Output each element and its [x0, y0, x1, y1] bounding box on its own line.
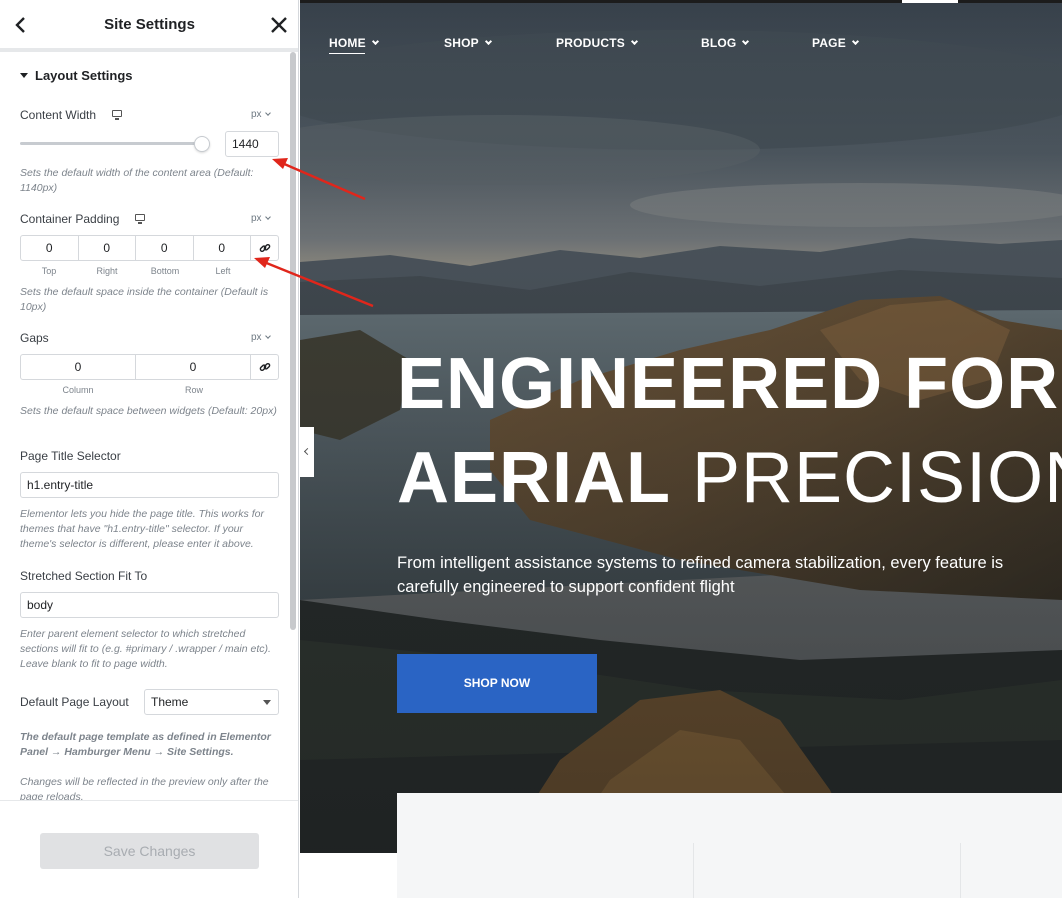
- nav-item-products[interactable]: PRODUCTS: [556, 36, 638, 50]
- link-icon: [259, 362, 270, 372]
- chevron-down-icon: [264, 333, 271, 339]
- content-card: [397, 793, 1062, 898]
- gaps-description: Sets the default space between widgets (…: [20, 405, 277, 417]
- default-page-layout-note: The default page template as defined in …: [20, 731, 271, 758]
- nav-item-home[interactable]: HOME: [329, 36, 379, 50]
- hero-landscape-image: [300, 0, 1062, 853]
- nav-active-underline: [329, 53, 365, 54]
- default-page-layout-description: Changes will be reflected in the preview…: [20, 776, 269, 800]
- nav-item-shop[interactable]: SHOP: [444, 36, 492, 50]
- hero-heading-line2: AERIAL PRECISION: [397, 438, 1062, 518]
- padding-bottom-input[interactable]: 0: [136, 236, 194, 260]
- stretched-section-description: Enter parent element selector to which s…: [20, 628, 271, 670]
- padding-top-input[interactable]: 0: [21, 236, 79, 260]
- padding-labels: Top Right Bottom Left: [20, 266, 279, 276]
- container-padding-label: Container Padding: [20, 212, 120, 226]
- desktop-icon[interactable]: [112, 110, 122, 120]
- section-layout-settings[interactable]: Layout Settings: [20, 68, 133, 83]
- default-page-layout-label: Default Page Layout: [20, 695, 129, 709]
- page-title-selector-input[interactable]: h1.entry-title: [20, 472, 279, 498]
- content-width-slider-handle[interactable]: [194, 136, 210, 152]
- container-padding-unit-select[interactable]: px: [251, 213, 271, 224]
- content-width-description: Sets the default width of the content ar…: [20, 167, 254, 194]
- dropdown-arrow-icon: [263, 700, 271, 705]
- stretched-section-label: Stretched Section Fit To: [20, 569, 148, 583]
- site-settings-panel: Site Settings Layout Settings Content Wi…: [0, 0, 299, 898]
- gaps-inputs: 0 0: [20, 354, 279, 380]
- nav-item-page[interactable]: PAGE: [812, 36, 859, 50]
- chevron-down-icon: [851, 37, 859, 46]
- close-icon[interactable]: [268, 14, 290, 36]
- link-values-button[interactable]: [251, 355, 278, 379]
- card-divider: [693, 843, 694, 898]
- default-page-layout-select[interactable]: Theme: [144, 689, 279, 715]
- chevron-down-icon: [264, 110, 271, 116]
- gaps-labels: Column Row: [20, 385, 279, 395]
- padding-right-input[interactable]: 0: [79, 236, 136, 260]
- panel-header: Site Settings: [0, 0, 298, 52]
- padding-left-label: Left: [215, 266, 231, 276]
- padding-left-input[interactable]: 0: [194, 236, 251, 260]
- hero-section: HOME SHOP PRODUCTS BLOG PAGE ENGINEERED …: [300, 0, 1062, 853]
- page-preview: HOME SHOP PRODUCTS BLOG PAGE ENGINEERED …: [300, 0, 1062, 898]
- gaps-unit-select[interactable]: px: [251, 332, 271, 343]
- save-changes-button[interactable]: Save Changes: [40, 833, 259, 869]
- padding-bottom-label: Bottom: [150, 266, 180, 276]
- hero-subtitle: From intelligent assistance systems to r…: [397, 554, 1004, 596]
- gap-column-input[interactable]: 0: [21, 355, 136, 379]
- chevron-down-icon: [742, 37, 750, 46]
- content-width-slider[interactable]: [20, 142, 206, 145]
- gap-column-label: Column: [62, 385, 94, 395]
- chevron-left-icon: [303, 447, 312, 456]
- page-title-selector-description: Elementor lets you hide the page title. …: [20, 508, 264, 550]
- page-title-selector-label: Page Title Selector: [20, 449, 121, 463]
- top-bar-highlight: [902, 0, 958, 3]
- chevron-down-icon: [484, 37, 492, 46]
- container-padding-inputs: 0 0 0 0: [20, 235, 279, 261]
- chevron-down-icon: [371, 37, 379, 46]
- gap-row-label: Row: [184, 385, 203, 395]
- content-width-label: Content Width: [20, 108, 97, 122]
- panel-scrollbar[interactable]: [290, 52, 296, 630]
- content-width-unit-select[interactable]: px: [251, 109, 271, 120]
- panel-body: Layout Settings Content Width px 1440 Se…: [0, 56, 288, 800]
- caret-down-icon: [20, 73, 28, 78]
- panel-footer: Save Changes: [0, 800, 298, 898]
- panel-title: Site Settings: [104, 16, 195, 33]
- chevron-down-icon: [630, 37, 638, 46]
- gap-row-input[interactable]: 0: [136, 355, 251, 379]
- chevron-down-icon: [264, 214, 271, 220]
- shop-now-button[interactable]: SHOP NOW: [397, 654, 597, 713]
- link-icon: [259, 243, 270, 253]
- content-width-input[interactable]: 1440: [225, 131, 279, 157]
- padding-right-label: Right: [96, 266, 118, 276]
- gaps-label: Gaps: [20, 331, 49, 345]
- desktop-icon[interactable]: [135, 214, 145, 224]
- padding-top-label: Top: [41, 266, 57, 276]
- stretched-section-input[interactable]: body: [20, 592, 279, 618]
- nav-item-blog[interactable]: BLOG: [701, 36, 750, 50]
- container-padding-description: Sets the default space inside the contai…: [20, 286, 269, 313]
- hero-heading-line1: ENGINEERED FOR: [397, 344, 1060, 424]
- link-values-button[interactable]: [251, 236, 278, 260]
- card-divider: [960, 843, 961, 898]
- collapse-panel-toggle[interactable]: [300, 427, 314, 477]
